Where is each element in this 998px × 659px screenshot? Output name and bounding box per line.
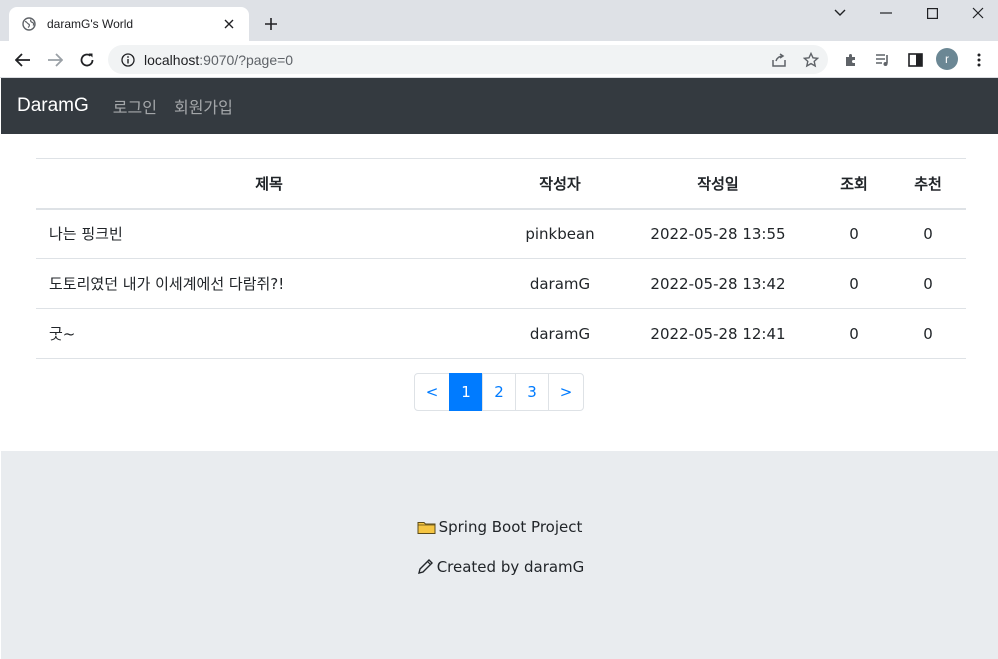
header-title: 제목 — [36, 158, 502, 210]
nav-signup-link[interactable]: 회원가입 — [174, 94, 233, 118]
media-playlist-icon[interactable] — [872, 49, 894, 71]
globe-icon — [21, 16, 37, 32]
footer-project-line: Spring Boot Project — [1, 518, 998, 536]
post-likes: 0 — [890, 258, 966, 309]
post-views: 0 — [818, 258, 890, 309]
post-date: 2022-05-28 13:55 — [618, 208, 818, 259]
nav-login-link[interactable]: 로그인 — [113, 94, 157, 118]
maximize-icon[interactable] — [921, 3, 943, 23]
browser-toolbar: localhost:9070/?page=0 — [0, 41, 998, 78]
post-likes: 0 — [890, 308, 966, 359]
header-date: 작성일 — [618, 158, 818, 210]
pagination-page-2[interactable]: 2 — [482, 373, 516, 411]
table-row[interactable]: 도토리였던 내가 이세계에선 다람쥐?! daramG 2022-05-28 1… — [36, 258, 966, 309]
tab-search-chevron-icon[interactable] — [829, 3, 851, 23]
url-host: localhost — [144, 51, 200, 68]
header-likes: 추천 — [890, 158, 966, 210]
pagination-next-button[interactable]: > — [548, 373, 584, 411]
new-tab-icon[interactable] — [261, 14, 281, 34]
footer-project-text: Spring Boot Project — [438, 518, 583, 536]
close-window-icon[interactable] — [967, 3, 989, 23]
post-views: 0 — [818, 308, 890, 359]
tab-title: daramG's World — [47, 17, 134, 31]
browser-tab[interactable]: daramG's World — [9, 7, 249, 41]
post-date: 2022-05-28 13:42 — [618, 258, 818, 309]
pagination: < 1 2 3 > — [414, 373, 584, 411]
header-views: 조회 — [818, 158, 890, 210]
profile-avatar[interactable]: r — [936, 48, 958, 70]
site-info-icon[interactable] — [120, 52, 136, 68]
side-panel-icon[interactable] — [904, 49, 926, 71]
pagination-prev-button[interactable]: < — [414, 373, 450, 411]
close-tab-icon[interactable] — [221, 16, 237, 32]
pagination-page-3[interactable]: 3 — [515, 373, 549, 411]
post-date: 2022-05-28 12:41 — [618, 308, 818, 359]
board-table-container: 제목 작성자 작성일 조회 추천 나는 핑크빈 pinkbean 2022-05… — [36, 158, 966, 359]
footer-created-line: Created by daramG — [1, 558, 998, 576]
post-title-link[interactable]: 도토리였던 내가 이세계에선 다람쥐?! — [36, 258, 502, 309]
forward-arrow-icon[interactable] — [44, 49, 66, 71]
extensions-puzzle-icon[interactable] — [840, 49, 862, 71]
post-author: pinkbean — [502, 208, 618, 259]
bookmark-star-icon[interactable] — [800, 49, 822, 71]
post-likes: 0 — [890, 208, 966, 259]
post-title-link[interactable]: 굿~ — [36, 308, 502, 359]
table-row[interactable]: 나는 핑크빈 pinkbean 2022-05-28 13:55 0 0 — [36, 208, 966, 259]
share-icon[interactable] — [768, 49, 790, 71]
reload-icon[interactable] — [76, 49, 98, 71]
address-bar[interactable]: localhost:9070/?page=0 — [108, 45, 828, 74]
site-navbar: DaramG 로그인 회원가입 — [1, 78, 998, 134]
minimize-icon[interactable] — [875, 3, 897, 23]
site-footer: Spring Boot Project Created by daramG — [1, 451, 998, 659]
more-menu-icon[interactable] — [968, 49, 990, 71]
navbar-brand[interactable]: DaramG — [17, 95, 89, 117]
table-header-row: 제목 작성자 작성일 조회 추천 — [36, 158, 966, 210]
folder-icon — [417, 518, 437, 536]
post-author: daramG — [502, 308, 618, 359]
table-row[interactable]: 굿~ daramG 2022-05-28 12:41 0 0 — [36, 308, 966, 359]
back-arrow-icon[interactable] — [12, 49, 34, 71]
url-path: :9070/?page=0 — [199, 51, 294, 68]
pencil-icon — [415, 558, 435, 576]
pagination-page-1[interactable]: 1 — [449, 373, 483, 411]
footer-created-text: Created by daramG — [436, 558, 585, 576]
board-table: 제목 작성자 작성일 조회 추천 나는 핑크빈 pinkbean 2022-05… — [36, 158, 966, 359]
post-title-link[interactable]: 나는 핑크빈 — [36, 208, 502, 259]
post-views: 0 — [818, 208, 890, 259]
browser-tab-bar: daramG's World — [0, 0, 998, 41]
header-author: 작성자 — [502, 158, 618, 210]
post-author: daramG — [502, 258, 618, 309]
